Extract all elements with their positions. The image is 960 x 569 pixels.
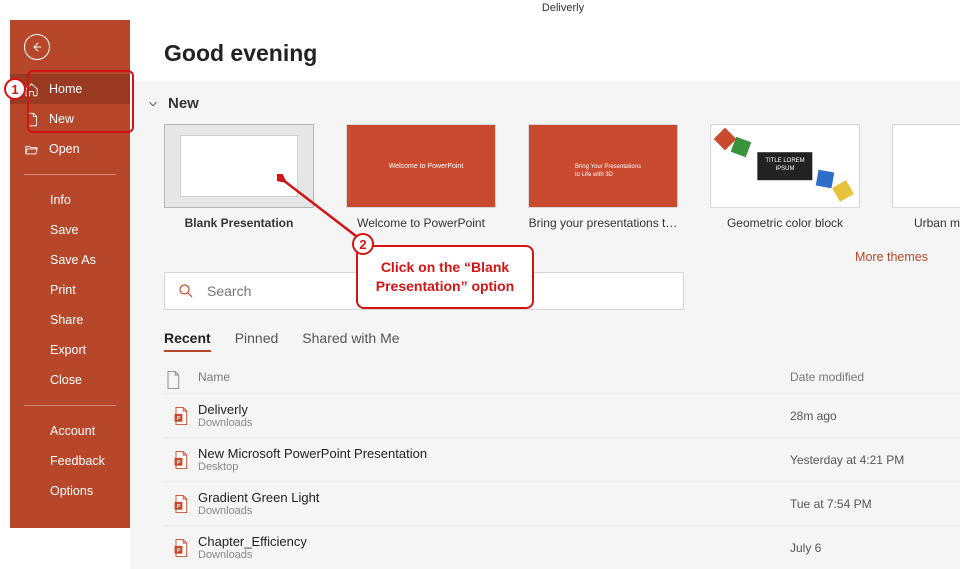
sidebar-item-open[interactable]: Open [10, 134, 130, 164]
file-date: Tue at 7:54 PM [790, 497, 960, 511]
template-blank-presentation[interactable]: Blank Presentation [164, 124, 314, 230]
file-row[interactable]: P New Microsoft PowerPoint PresentationDe… [164, 437, 960, 481]
template-caption: Blank Presentation [164, 216, 314, 230]
thumb-text: to Life with 3D [575, 172, 613, 178]
arrow-left-icon [30, 40, 44, 54]
backstage-sidebar: Home New Open Info Save Save As Print Sh… [10, 20, 130, 528]
folder-open-icon [24, 142, 39, 157]
file-list-header: Name Date modified [164, 370, 960, 393]
svg-text:P: P [177, 459, 181, 465]
thumb-text: Bring Your Presentations [575, 164, 641, 170]
page-title: Good evening [164, 40, 960, 67]
column-name: Name [198, 370, 790, 393]
file-icon [164, 370, 182, 390]
svg-text:P: P [177, 415, 181, 421]
file-row[interactable]: P Chapter_EfficiencyDownloadsJuly 6 [164, 525, 960, 569]
chevron-down-icon[interactable] [146, 97, 160, 111]
thumb-text: TITLE LOREM [765, 158, 804, 164]
tab-pinned[interactable]: Pinned [235, 330, 279, 352]
sidebar-item-export[interactable]: Export [10, 335, 130, 365]
file-name: Chapter_Efficiency [198, 534, 790, 549]
file-path: Desktop [198, 461, 790, 473]
powerpoint-file-icon: P [172, 450, 190, 470]
powerpoint-file-icon: P [172, 538, 190, 558]
sidebar-item-new[interactable]: New [10, 104, 130, 134]
sidebar-item-account[interactable]: Account [10, 416, 130, 446]
sidebar-item-label: Open [49, 142, 80, 156]
template-geometric[interactable]: TITLE LOREM IPSUM Geometric color block [710, 124, 860, 230]
sidebar-item-home[interactable]: Home [10, 74, 130, 104]
file-name: New Microsoft PowerPoint Presentation [198, 446, 790, 461]
powerpoint-file-icon: P [172, 494, 190, 514]
sidebar-item-label: New [49, 112, 74, 126]
sidebar-divider [24, 174, 116, 175]
template-caption: Bring your presentations t… [528, 216, 678, 230]
search-icon [177, 282, 195, 300]
template-urban[interactable]: Title Lorem Ipsum SIT AMET DOLOR Urban m… [892, 124, 960, 230]
tab-shared[interactable]: Shared with Me [302, 330, 399, 352]
sidebar-item-label: Home [49, 82, 82, 96]
search-box[interactable] [164, 272, 684, 310]
powerpoint-file-icon: P [172, 406, 190, 426]
sidebar-item-info[interactable]: Info [10, 185, 130, 215]
new-section-label: New [168, 95, 199, 112]
thumb-text: Welcome to PowerPoint [389, 163, 464, 170]
template-gallery: Blank Presentation Welcome to PowerPoint… [164, 124, 960, 230]
template-bring-3d[interactable]: Bring Your Presentationsto Life with 3D … [528, 124, 678, 230]
svg-text:P: P [177, 547, 181, 553]
main-pane: Good evening New Blank Presentation Welc… [130, 20, 960, 528]
template-welcome[interactable]: Welcome to PowerPoint Welcome to PowerPo… [346, 124, 496, 230]
file-date: Yesterday at 4:21 PM [790, 453, 960, 467]
sidebar-item-feedback[interactable]: Feedback [10, 446, 130, 476]
search-input[interactable] [207, 283, 683, 299]
thumb-text: IPSUM [775, 166, 794, 172]
sidebar-item-print[interactable]: Print [10, 275, 130, 305]
file-name: Deliverly [198, 402, 790, 417]
back-button[interactable] [24, 34, 50, 60]
sidebar-divider [24, 405, 116, 406]
sidebar-item-options[interactable]: Options [10, 476, 130, 506]
sidebar-item-save[interactable]: Save [10, 215, 130, 245]
sidebar-item-share[interactable]: Share [10, 305, 130, 335]
more-themes-link[interactable]: More themes [130, 250, 928, 264]
column-date: Date modified [790, 370, 960, 393]
template-caption: Geometric color block [710, 216, 860, 230]
tab-recent[interactable]: Recent [164, 330, 211, 352]
template-caption: Welcome to PowerPoint [346, 216, 496, 230]
recent-tabs: Recent Pinned Shared with Me [164, 330, 960, 352]
file-path: Downloads [198, 417, 790, 429]
home-icon [24, 82, 39, 97]
file-path: Downloads [198, 505, 790, 517]
sidebar-item-close[interactable]: Close [10, 365, 130, 395]
file-row[interactable]: P Gradient Green LightDownloadsTue at 7:5… [164, 481, 960, 525]
file-date: July 6 [790, 541, 960, 555]
file-name: Gradient Green Light [198, 490, 790, 505]
template-caption: Urban monochrome [892, 216, 960, 230]
svg-text:P: P [177, 503, 181, 509]
file-icon [24, 112, 39, 127]
file-path: Downloads [198, 549, 790, 561]
window-title: Deliverly [542, 2, 584, 14]
sidebar-item-save-as[interactable]: Save As [10, 245, 130, 275]
file-date: 28m ago [790, 409, 960, 423]
file-row[interactable]: P DeliverlyDownloads28m ago [164, 393, 960, 437]
